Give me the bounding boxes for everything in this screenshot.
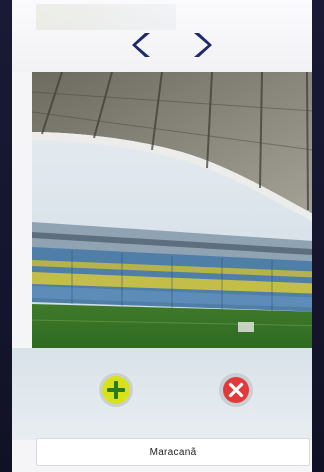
- stadium-photo: [32, 72, 312, 348]
- left-frame-border: [0, 0, 12, 472]
- next-button[interactable]: [188, 30, 214, 60]
- prev-button[interactable]: [130, 30, 156, 60]
- card-header: [12, 0, 312, 72]
- chevron-left-icon: [132, 33, 150, 57]
- chevron-right-icon: [194, 33, 212, 57]
- header-background-graphic: [36, 4, 176, 30]
- caption-label: Maracanã: [36, 438, 310, 466]
- plus-circle-icon: [99, 373, 133, 407]
- add-button[interactable]: [98, 372, 134, 408]
- action-bar: [12, 348, 312, 440]
- right-frame-border: [312, 0, 324, 472]
- image-card: Maracanã: [12, 0, 312, 472]
- close-circle-icon: [219, 373, 253, 407]
- remove-button[interactable]: [218, 372, 254, 408]
